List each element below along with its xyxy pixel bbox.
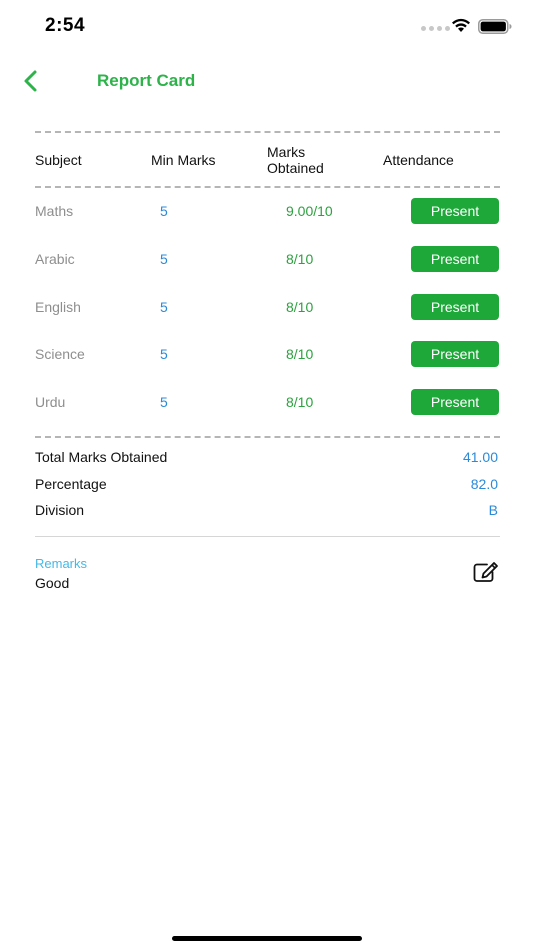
subject-cell: Science [35, 346, 85, 362]
column-header-marks-obtained-line2: Obtained [267, 160, 324, 176]
table-row: Maths 5 9.00/10 Present [0, 198, 534, 226]
nav-header: Report Card [0, 60, 534, 104]
attendance-present-button[interactable]: Present [411, 389, 499, 415]
battery-icon [478, 19, 512, 34]
marks-obtained-cell: 8/10 [286, 251, 314, 267]
column-header-min-marks: Min Marks [151, 152, 216, 168]
attendance-present-button[interactable]: Present [411, 246, 499, 272]
percentage-value: 82.0 [470, 476, 498, 492]
cellular-signal-icon [421, 26, 450, 31]
report-card-screen: 2:54 Report Card Subject Min Marks Marks… [0, 0, 534, 950]
chevron-left-icon[interactable] [16, 66, 46, 96]
table-bottom-divider [35, 436, 500, 438]
status-bar: 2:54 [0, 0, 534, 50]
min-marks-cell: 5 [160, 299, 168, 315]
home-indicator [172, 936, 362, 941]
subject-cell: Urdu [35, 394, 66, 410]
edit-icon[interactable] [473, 561, 499, 583]
page-title: Report Card [97, 71, 196, 90]
attendance-present-button[interactable]: Present [411, 341, 499, 367]
min-marks-cell: 5 [160, 203, 168, 219]
total-marks-label: Total Marks Obtained [35, 449, 168, 465]
min-marks-cell: 5 [160, 394, 168, 410]
column-header-attendance: Attendance [383, 152, 454, 168]
marks-obtained-cell: 8/10 [286, 394, 314, 410]
table-row: English 5 8/10 Present [0, 294, 534, 322]
marks-obtained-cell: 8/10 [286, 346, 314, 362]
division-label: Division [35, 502, 85, 518]
table-row: Arabic 5 8/10 Present [0, 246, 534, 274]
table-header-divider [35, 186, 500, 188]
remarks-label: Remarks [35, 556, 88, 571]
table-row: Science 5 8/10 Present [0, 341, 534, 369]
percentage-label: Percentage [35, 476, 107, 492]
attendance-present-button[interactable]: Present [411, 294, 499, 320]
wifi-icon [452, 18, 470, 32]
division-value: B [488, 502, 498, 518]
remarks-text: Good [35, 575, 70, 591]
subject-cell: Arabic [35, 251, 75, 267]
subject-cell: English [35, 299, 81, 315]
status-time: 2:54 [45, 15, 86, 36]
table-row: Urdu 5 8/10 Present [0, 389, 534, 417]
marks-obtained-cell: 9.00/10 [286, 203, 333, 219]
table-top-divider [35, 131, 500, 133]
total-marks-value: 41.00 [462, 449, 498, 465]
column-header-marks-obtained: Marks Obtained [267, 144, 324, 176]
summary-divider [35, 536, 500, 537]
min-marks-cell: 5 [160, 346, 168, 362]
column-header-subject: Subject [35, 152, 82, 168]
attendance-present-button[interactable]: Present [411, 198, 499, 224]
subject-cell: Maths [35, 203, 74, 219]
min-marks-cell: 5 [160, 251, 168, 267]
column-header-marks-obtained-line1: Marks [267, 144, 306, 160]
marks-obtained-cell: 8/10 [286, 299, 314, 315]
